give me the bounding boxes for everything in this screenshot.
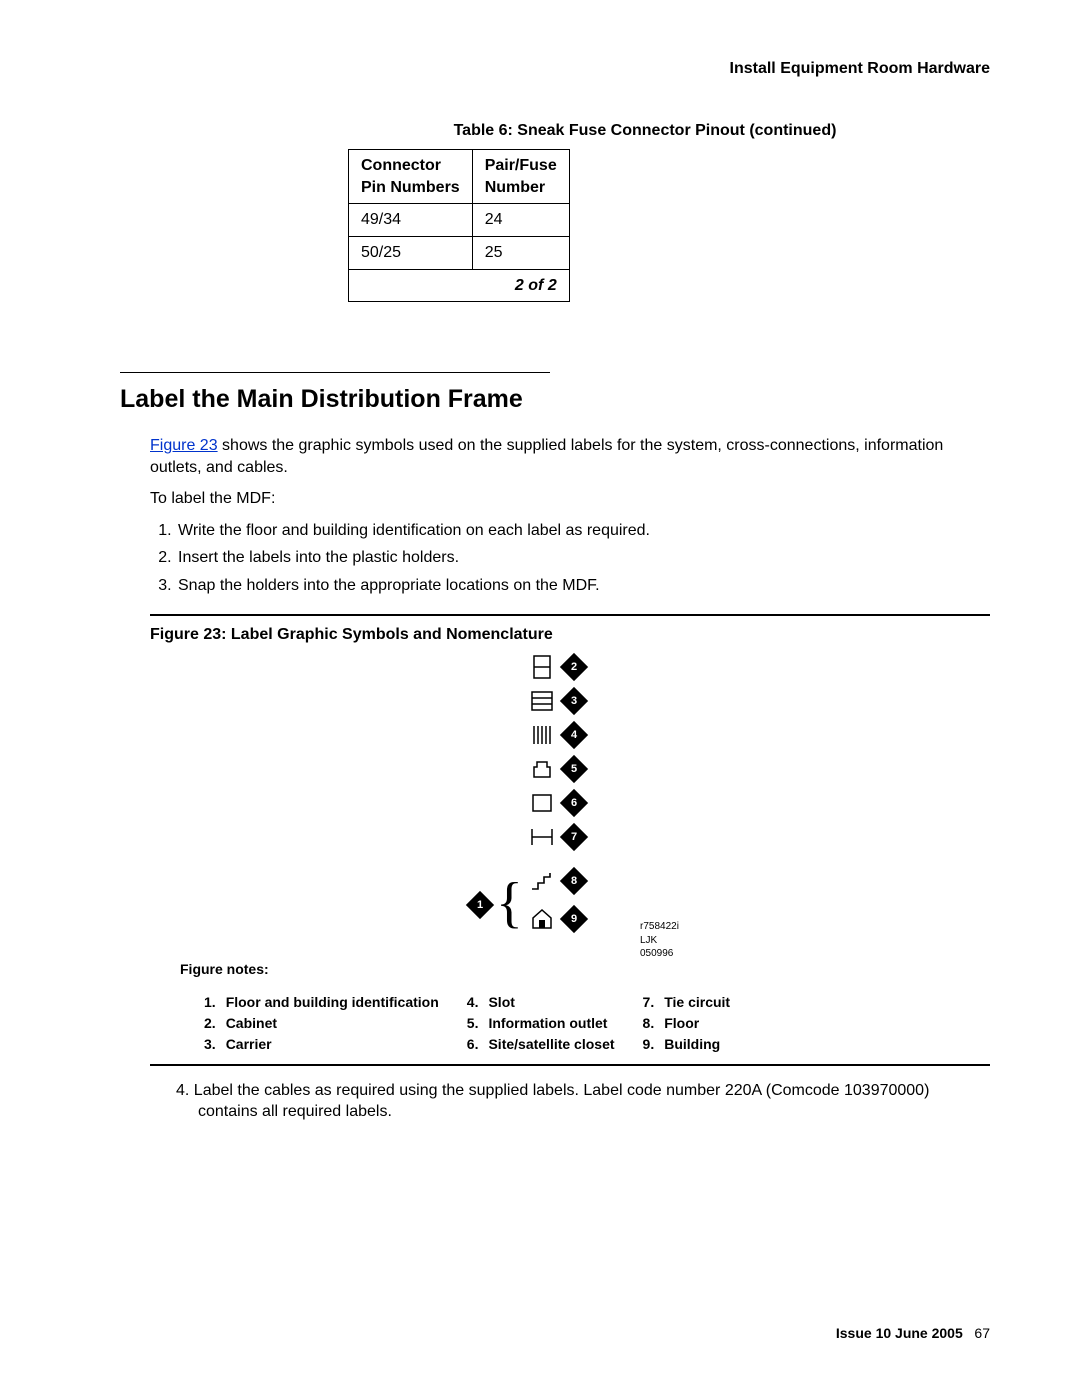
information-outlet-icon	[530, 758, 554, 780]
symbol-row: 6	[530, 790, 584, 816]
table-row: 50/25 25	[349, 236, 570, 269]
step-4: 4. Label the cables as required using th…	[176, 1080, 990, 1123]
table-row: 49/34 24	[349, 204, 570, 237]
section-heading: Label the Main Distribution Frame	[120, 383, 990, 417]
running-header: Install Equipment Room Hardware	[120, 58, 990, 80]
issue-label: Issue 10 June 2005	[836, 1325, 963, 1341]
badge-5: 5	[560, 755, 588, 783]
table-header-cell: Connector Pin Numbers	[349, 150, 473, 204]
figure-block: Figure 23: Label Graphic Symbols and Nom…	[150, 614, 990, 1065]
badge-8: 8	[560, 867, 588, 895]
intro-paragraph: Figure 23 shows the graphic symbols used…	[150, 435, 990, 478]
notes-col: 1.Floor and building identification 2.Ca…	[204, 993, 439, 1056]
note-item: 9.Building	[643, 1035, 731, 1054]
page-footer: Issue 10 June 2005 67	[836, 1324, 990, 1343]
table-header-row: Connector Pin Numbers Pair/Fuse Number	[349, 150, 570, 204]
slot-icon	[530, 724, 554, 746]
table-header-cell: Pair/Fuse Number	[472, 150, 569, 204]
note-item: 6.Site/satellite closet	[467, 1035, 615, 1054]
header-line: Connector	[361, 157, 441, 174]
figure-notes-label: Figure notes:	[180, 960, 990, 979]
badge-7: 7	[560, 823, 588, 851]
tie-circuit-icon	[530, 826, 554, 848]
symbol-row: 8	[530, 868, 584, 894]
badge-1-group: 1 {	[470, 890, 523, 920]
badge-6: 6	[560, 789, 588, 817]
badge-1: 1	[466, 891, 494, 919]
symbol-row: 2	[530, 654, 584, 680]
badge-2: 2	[560, 653, 588, 681]
symbol-row: 3	[530, 688, 584, 714]
note-item: 4.Slot	[467, 993, 615, 1012]
carrier-icon	[530, 690, 554, 712]
lead-in: To label the MDF:	[150, 488, 990, 510]
badge-9: 9	[560, 905, 588, 933]
table-cell: 24	[472, 204, 569, 237]
badge-4: 4	[560, 721, 588, 749]
page: Install Equipment Room Hardware Table 6:…	[0, 0, 1080, 1397]
step-item: Snap the holders into the appropriate lo…	[176, 575, 990, 597]
figure-notes-grid: 1.Floor and building identification 2.Ca…	[204, 993, 990, 1056]
symbol-row: 9	[530, 906, 584, 932]
badge-3: 3	[560, 687, 588, 715]
symbol-row: 7	[530, 824, 584, 850]
building-icon	[530, 908, 554, 930]
table-cell: 25	[472, 236, 569, 269]
note-item: 2.Cabinet	[204, 1014, 439, 1033]
site-closet-icon	[530, 792, 554, 814]
figure-link[interactable]: Figure 23	[150, 437, 218, 454]
figure-title: Figure 23: Label Graphic Symbols and Nom…	[150, 624, 990, 646]
note-item: 8.Floor	[643, 1014, 731, 1033]
section-rule	[120, 372, 550, 373]
figure-body: 2 3 4	[150, 654, 990, 954]
table-pager: 2 of 2	[349, 269, 570, 302]
table-cell: 50/25	[349, 236, 473, 269]
page-number: 67	[974, 1325, 990, 1341]
table-pager-row: 2 of 2	[349, 269, 570, 302]
brace-icon: {	[496, 888, 523, 918]
floor-icon	[530, 870, 554, 892]
note-item: 1.Floor and building identification	[204, 993, 439, 1012]
note-item: 5.Information outlet	[467, 1014, 615, 1033]
notes-col: 4.Slot 5.Information outlet 6.Site/satel…	[467, 993, 615, 1056]
header-line: Pin Numbers	[361, 179, 460, 196]
steps-list: Write the floor and building identificat…	[176, 520, 990, 597]
symbol-row: 5	[530, 756, 584, 782]
intro-rest: shows the graphic symbols used on the su…	[150, 437, 943, 476]
figure-caption-id: r758422i LJK 050996	[640, 920, 679, 961]
figure-rule-bottom	[150, 1064, 990, 1066]
note-item: 3.Carrier	[204, 1035, 439, 1054]
header-line: Pair/Fuse	[485, 157, 557, 174]
cabinet-icon	[530, 656, 554, 678]
table-title: Table 6: Sneak Fuse Connector Pinout (co…	[300, 120, 990, 142]
symbol-row: 4	[530, 722, 584, 748]
header-line: Number	[485, 179, 545, 196]
step-item: Write the floor and building identificat…	[176, 520, 990, 542]
pinout-table: Connector Pin Numbers Pair/Fuse Number 4…	[348, 149, 570, 302]
table-cell: 49/34	[349, 204, 473, 237]
figure-rule-top	[150, 614, 990, 616]
note-item: 7.Tie circuit	[643, 993, 731, 1012]
notes-col: 7.Tie circuit 8.Floor 9.Building	[643, 993, 731, 1056]
symbol-column: 2 3 4	[470, 654, 670, 954]
step-item: Insert the labels into the plastic holde…	[176, 547, 990, 569]
